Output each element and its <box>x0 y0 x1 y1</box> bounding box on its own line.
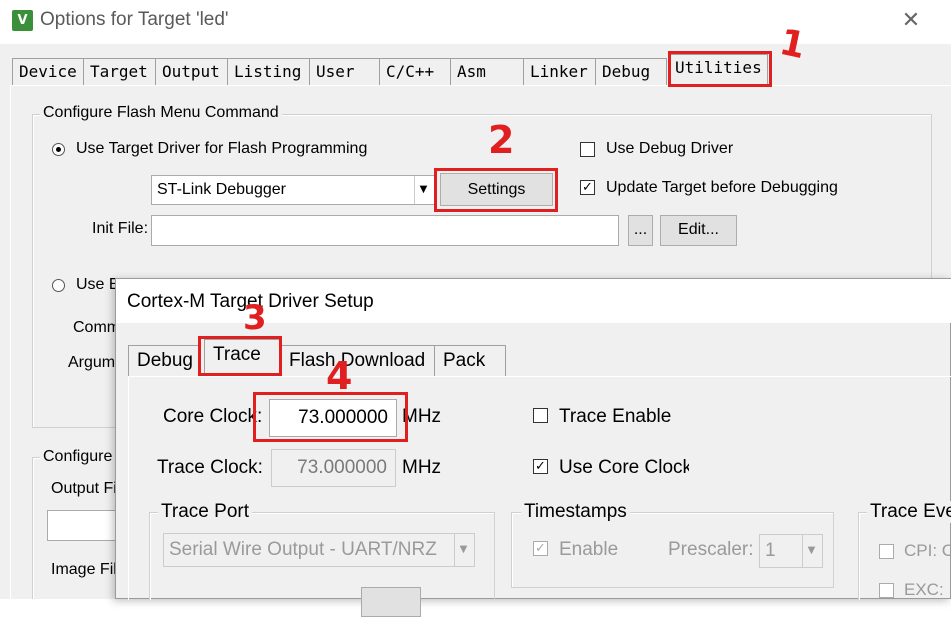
update-target-label: Update Target before Debugging <box>606 179 838 196</box>
tab-pack[interactable]: Pack <box>434 345 506 377</box>
trace-port-value: Serial Wire Output - UART/NRZ <box>169 539 437 560</box>
driver-select[interactable]: ST-Link Debugger <box>151 175 435 205</box>
trace-clock-input: 73.000000 <box>271 449 396 487</box>
edit-button[interactable]: Edit... <box>660 215 737 246</box>
close-icon[interactable]: ✕ <box>896 6 926 36</box>
annotation-box-utilities <box>668 51 772 87</box>
trace-port-select: Serial Wire Output - UART/NRZ <box>163 533 475 567</box>
cortex-m-setup-dialog: Cortex-M Target Driver Setup Debug Trace… <box>115 278 951 617</box>
title-bar: V Options for Target 'led' ✕ <box>0 0 951 44</box>
annotation-box-core-clock <box>253 392 408 442</box>
cpi-label: CPI: C <box>904 541 951 560</box>
trace-enable-label: Trace Enable <box>559 406 672 427</box>
use-target-driver-radio[interactable] <box>52 143 65 156</box>
driver-select-value: ST-Link Debugger <box>157 181 286 198</box>
chevron-down-icon: ▼ <box>802 535 820 567</box>
image-file-group-title: Configure <box>40 448 116 466</box>
init-file-label: Init File: <box>92 220 149 237</box>
timestamps-enable-checkbox: ✓ <box>533 541 548 556</box>
trace-clock-unit: MHz <box>402 457 442 478</box>
tab-user[interactable]: User <box>309 58 379 85</box>
annotation-number-3: 3 <box>243 298 267 338</box>
cortex-title-bar: Cortex-M Target Driver Setup <box>116 279 951 323</box>
output-file-label: Output Fi <box>51 480 117 497</box>
tab-cortex-debug[interactable]: Debug <box>128 345 200 377</box>
annotation-box-trace-tab <box>198 336 282 376</box>
tab-listing[interactable]: Listing <box>227 58 309 85</box>
use-core-clock-checkbox[interactable]: ✓ <box>533 459 548 474</box>
tab-linker[interactable]: Linker <box>523 58 595 85</box>
prescaler-value: 1 <box>765 540 776 561</box>
window-title: Options for Target 'led' <box>40 9 229 30</box>
trace-port-extra-button <box>361 587 421 617</box>
keil-uvision-icon: V <box>12 10 33 31</box>
exc-checkbox <box>879 583 894 598</box>
exc-label: EXC: <box>904 580 944 599</box>
trace-events-title: Trace Eve <box>867 501 951 523</box>
trace-port-title: Trace Port <box>158 501 252 523</box>
update-target-checkbox[interactable]: ✓ <box>580 180 595 195</box>
tab-output[interactable]: Output <box>155 58 227 85</box>
annotation-box-settings <box>434 168 558 212</box>
image-file-label: Image Fil <box>51 561 117 578</box>
tab-c-cpp[interactable]: C/C++ <box>379 58 450 85</box>
chevron-down-icon[interactable]: ▼ <box>414 176 432 204</box>
use-external-tool-label: Use E <box>76 276 120 293</box>
tab-asm[interactable]: Asm <box>450 58 523 85</box>
init-file-input[interactable] <box>151 215 619 246</box>
browse-button[interactable]: ... <box>628 215 653 246</box>
use-core-clock-label: Use Core Clock <box>559 457 689 478</box>
timestamps-enable-label: Enable <box>559 539 619 560</box>
annotation-number-2: 2 <box>488 118 515 162</box>
timestamps-title: Timestamps <box>521 501 630 523</box>
cpi-checkbox <box>879 544 894 559</box>
tab-target[interactable]: Target <box>83 58 155 85</box>
arguments-label: Argum <box>68 354 116 371</box>
command-label: Comm <box>73 319 121 336</box>
use-external-tool-radio[interactable] <box>52 279 65 292</box>
trace-enable-checkbox[interactable] <box>533 408 548 423</box>
tab-debug[interactable]: Debug <box>595 58 667 85</box>
use-target-driver-label: Use Target Driver for Flash Programming <box>76 140 368 157</box>
core-clock-label: Core Clock: <box>163 406 263 427</box>
tab-flash-download[interactable]: Flash Download <box>280 345 434 377</box>
chevron-down-icon: ▼ <box>454 534 472 566</box>
flash-menu-group-title: Configure Flash Menu Command <box>40 104 282 122</box>
use-debug-driver-label: Use Debug Driver <box>606 140 734 157</box>
tab-device[interactable]: Device <box>12 58 83 85</box>
annotation-number-4: 4 <box>326 354 353 398</box>
prescaler-label: Prescaler: <box>668 539 754 560</box>
trace-clock-label: Trace Clock: <box>157 457 263 478</box>
use-debug-driver-checkbox[interactable] <box>580 142 595 157</box>
